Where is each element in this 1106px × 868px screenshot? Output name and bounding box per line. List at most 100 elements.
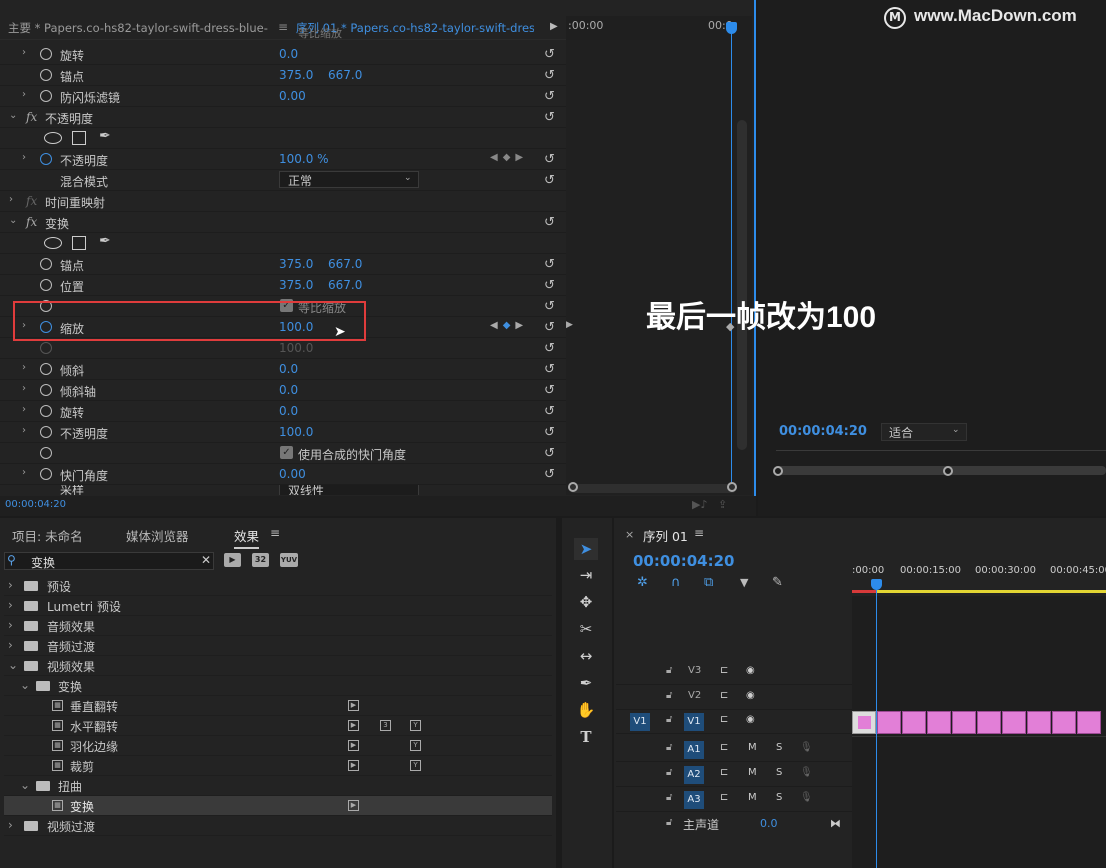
- program-timecode[interactable]: 00:00:04:20: [779, 424, 867, 439]
- reset-icon[interactable]: ↺: [544, 278, 555, 293]
- lock-icon[interactable]: 🔓︎: [666, 714, 672, 725]
- chevron-right-icon[interactable]: ›: [22, 467, 26, 478]
- chevron-right-icon[interactable]: ›: [8, 578, 13, 592]
- reset-icon[interactable]: ↺: [544, 215, 555, 230]
- reset-icon[interactable]: ↺: [544, 404, 555, 419]
- ec-zoom-bar[interactable]: [570, 484, 736, 493]
- stopwatch-icon[interactable]: [40, 258, 52, 270]
- prop-value[interactable]: 0.0: [279, 47, 298, 61]
- chevron-right-icon[interactable]: ›: [22, 89, 26, 100]
- rect-mask-icon[interactable]: [72, 131, 86, 145]
- checkbox-checked-icon[interactable]: ✓: [280, 446, 293, 459]
- mute-button[interactable]: M: [748, 792, 757, 803]
- chevron-right-icon[interactable]: ›: [8, 598, 13, 612]
- zoom-handle-left[interactable]: [568, 482, 578, 492]
- close-icon[interactable]: ×: [625, 528, 634, 541]
- reset-icon[interactable]: ↺: [544, 89, 555, 104]
- eye-icon[interactable]: ◉: [746, 714, 755, 725]
- sync-lock-icon[interactable]: ⊏: [720, 690, 728, 701]
- scrub-handle-left[interactable]: [773, 466, 783, 476]
- reset-icon[interactable]: ↺: [544, 425, 555, 440]
- stopwatch-icon[interactable]: [40, 48, 52, 60]
- slip-tool-icon[interactable]: ↔: [574, 645, 598, 667]
- clip[interactable]: [952, 711, 976, 734]
- search-input[interactable]: 变换: [31, 554, 55, 571]
- reset-icon[interactable]: ↺: [544, 299, 555, 314]
- ec-scrollbar[interactable]: [737, 120, 747, 450]
- pen-mask-icon[interactable]: ✒: [99, 128, 111, 144]
- mute-button[interactable]: M: [748, 767, 757, 778]
- tree-item-horizontal-flip[interactable]: ▦ 水平翻转 ▶ 3 Y: [4, 716, 552, 736]
- tab-media-browser[interactable]: 媒体浏览器: [126, 526, 189, 545]
- fx-icon[interactable]: fx: [26, 215, 37, 229]
- chevron-down-icon[interactable]: ⌄: [20, 678, 30, 692]
- stopwatch-icon[interactable]: [40, 279, 52, 291]
- pen-tool-icon[interactable]: ✒: [574, 672, 598, 694]
- stopwatch-icon[interactable]: [40, 153, 52, 165]
- clip-selected[interactable]: [852, 711, 876, 734]
- reset-icon[interactable]: ↺: [544, 467, 555, 482]
- prop-value[interactable]: 0.0: [279, 362, 298, 376]
- solo-button[interactable]: S: [776, 767, 782, 778]
- track-target-a2[interactable]: A2: [684, 766, 704, 784]
- scrub-handle-right[interactable]: [943, 466, 953, 476]
- tree-item-video-effects[interactable]: ⌄ 视频效果: [4, 656, 552, 676]
- stopwatch-icon[interactable]: [40, 69, 52, 81]
- track-label[interactable]: V2: [688, 690, 701, 701]
- tree-item-lumetri[interactable]: › Lumetri 预设: [4, 596, 552, 616]
- tree-item-distort[interactable]: ⌄ 扭曲: [4, 776, 552, 796]
- mute-button[interactable]: M: [748, 742, 757, 753]
- chevron-right-icon[interactable]: ›: [8, 818, 13, 832]
- panel-menu-icon[interactable]: ≡: [270, 526, 280, 540]
- chevron-right-icon[interactable]: ›: [22, 404, 26, 415]
- tree-item-video-transitions[interactable]: › 视频过渡: [4, 816, 552, 836]
- tree-item-transform-folder[interactable]: ⌄ 变换: [4, 676, 552, 696]
- lock-icon[interactable]: 🔓︎: [666, 665, 672, 676]
- reset-icon[interactable]: ↺: [544, 47, 555, 62]
- stopwatch-icon[interactable]: [40, 90, 52, 102]
- tab-effects[interactable]: 效果: [234, 526, 260, 549]
- hand-tool-icon[interactable]: ✋: [574, 699, 598, 721]
- track-target-a3[interactable]: A3: [684, 791, 704, 809]
- solo-button[interactable]: S: [776, 742, 782, 753]
- lock-icon[interactable]: 🔓︎: [666, 767, 672, 778]
- tab-sequence[interactable]: 序列 01: [643, 526, 688, 545]
- type-tool-icon[interactable]: T: [574, 726, 598, 748]
- go-to-in-out-icon[interactable]: ⧓: [830, 817, 841, 830]
- chevron-right-icon[interactable]: ›: [22, 152, 26, 163]
- yuv-effects-icon[interactable]: YUV: [280, 553, 298, 567]
- ec-timeline-ruler[interactable]: :00:00 00:0: [566, 16, 752, 40]
- tree-item-presets[interactable]: › 预设: [4, 576, 552, 596]
- clip[interactable]: [977, 711, 1001, 734]
- lock-icon[interactable]: 🔓︎: [666, 742, 672, 753]
- chevron-right-icon[interactable]: ›: [22, 47, 26, 58]
- fit-dropdown[interactable]: 适合 ⌄: [881, 423, 967, 441]
- nest-icon[interactable]: ✲: [637, 575, 648, 590]
- ripple-edit-tool-icon[interactable]: ✥: [574, 591, 598, 613]
- selection-tool-icon[interactable]: ➤: [574, 538, 598, 560]
- chevron-down-icon[interactable]: ⌄: [8, 658, 18, 672]
- tree-item-feather-edges[interactable]: ▦ 羽化边缘 ▶ Y: [4, 736, 552, 756]
- prop-value-y[interactable]: 667.0: [328, 257, 362, 271]
- add-marker-icon[interactable]: ▼: [740, 576, 748, 589]
- reset-icon[interactable]: ↺: [544, 362, 555, 377]
- mic-icon[interactable]: 🎙︎: [800, 742, 813, 753]
- keyframe-nav-icon[interactable]: ◀◆▶: [490, 152, 528, 163]
- wrench-icon[interactable]: ✎: [772, 575, 783, 590]
- tab-project[interactable]: 项目: 未命名: [12, 526, 83, 545]
- chevron-right-icon[interactable]: ›: [8, 638, 13, 652]
- audio-play-icon[interactable]: ▶♪: [692, 498, 707, 511]
- snap-icon[interactable]: ∩: [671, 575, 681, 590]
- 32bit-effects-icon[interactable]: 32: [252, 553, 269, 567]
- reset-icon[interactable]: ↺: [544, 320, 555, 335]
- clip[interactable]: [877, 711, 901, 734]
- work-area-bar[interactable]: [852, 590, 1106, 593]
- track-target-a1[interactable]: A1: [684, 741, 704, 759]
- clip[interactable]: [1052, 711, 1076, 734]
- clip[interactable]: [1027, 711, 1051, 734]
- reset-icon[interactable]: ↺: [544, 152, 555, 167]
- reset-icon[interactable]: ↺: [544, 446, 555, 461]
- ec-timecode[interactable]: 00:00:04:20: [5, 499, 66, 510]
- program-scrub-bar[interactable]: [776, 466, 1106, 475]
- fx-icon[interactable]: fx: [26, 194, 37, 208]
